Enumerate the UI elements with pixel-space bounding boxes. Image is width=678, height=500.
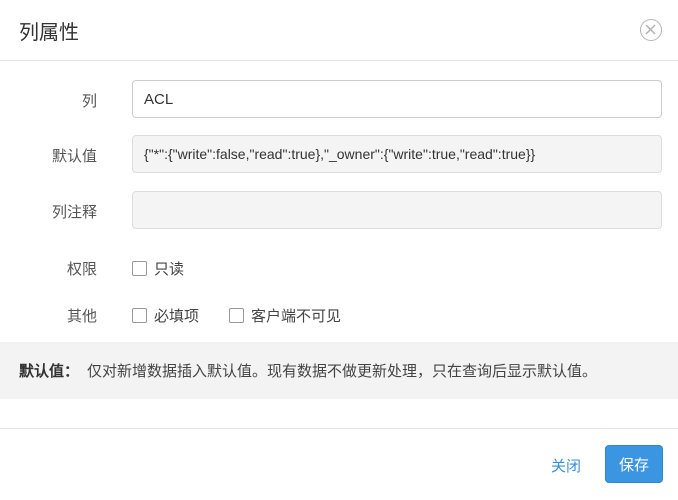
dialog-title: 列属性 (19, 20, 79, 44)
readonly-checkbox-label: 只读 (154, 260, 185, 278)
client-invisible-checkbox-label: 客户端不可见 (251, 307, 342, 325)
permission-row: 权限 只读 (0, 256, 678, 278)
default-value-field[interactable] (132, 135, 662, 173)
default-value-label: 默认值 (51, 147, 97, 165)
note-text: 仅对新增数据插入默认值。现有数据不做更新处理，只在查询后显示默认值。 (87, 362, 598, 380)
default-value-note: 默认值： 仅对新增数据插入默认值。现有数据不做更新处理，只在查询后显示默认值。 (0, 342, 678, 399)
column-row: 列 (0, 80, 678, 118)
other-label: 其他 (66, 307, 97, 325)
dialog-header: 列属性 (0, 0, 678, 61)
note-key: 默认值： (19, 362, 80, 380)
column-properties-dialog: 列属性 列 默认值 列注释 权限 只读 其他 (0, 0, 678, 500)
comment-label: 列注释 (51, 203, 97, 221)
required-checkbox[interactable]: 必填项 (132, 305, 199, 326)
other-row: 其他 必填项 客户端不可见 (0, 303, 678, 325)
checkbox-box[interactable] (229, 308, 244, 323)
client-invisible-checkbox[interactable]: 客户端不可见 (229, 305, 341, 326)
permission-label: 权限 (66, 260, 97, 278)
close-link-button[interactable]: 关闭 (551, 455, 581, 476)
comment-input[interactable] (132, 191, 662, 229)
readonly-checkbox[interactable]: 只读 (132, 258, 184, 279)
close-button[interactable] (640, 19, 662, 41)
column-label: 列 (81, 92, 97, 110)
footer-divider (0, 428, 678, 429)
required-checkbox-label: 必填项 (154, 307, 200, 325)
comment-row: 列注释 (0, 191, 678, 229)
column-name-input[interactable] (132, 80, 662, 118)
save-button[interactable]: 保存 (605, 445, 663, 483)
checkbox-box[interactable] (132, 308, 147, 323)
checkbox-box[interactable] (132, 261, 147, 276)
default-value-row: 默认值 (0, 135, 678, 173)
